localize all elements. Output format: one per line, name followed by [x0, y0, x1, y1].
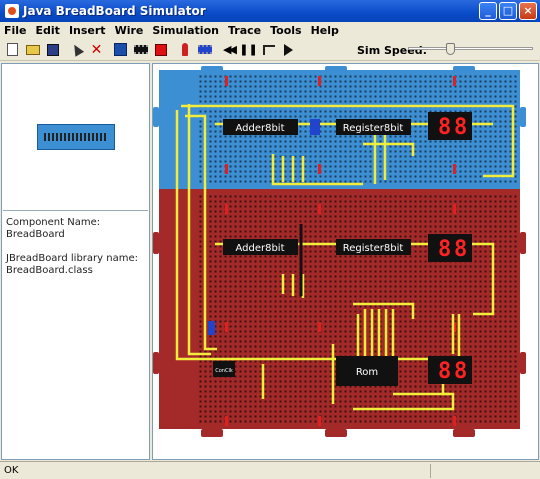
insert-led-button[interactable] — [175, 40, 194, 59]
select-button[interactable] — [67, 40, 86, 59]
chip-mid-adder[interactable]: Adder8bit — [223, 239, 298, 255]
save-icon — [46, 43, 59, 56]
board-canvas[interactable]: Adder8bit Register8bit Adder8bit Registe… — [152, 63, 539, 460]
breadboard-thumbnail — [37, 124, 115, 150]
menu-help[interactable]: Help — [311, 24, 339, 37]
component-name-value: BreadBoard — [6, 229, 65, 240]
red-hole-grid — [199, 194, 519, 424]
chip-top-register-label: Register8bit — [343, 123, 404, 134]
new-icon — [7, 43, 18, 56]
red-component-icon — [154, 43, 167, 56]
insert-red-button[interactable] — [151, 40, 170, 59]
seg-display-top[interactable]: 8 8 — [428, 112, 472, 140]
step-button[interactable] — [259, 40, 278, 59]
close-button[interactable]: × — [519, 2, 537, 20]
insert-chip-button[interactable] — [131, 40, 150, 59]
new-button[interactable] — [3, 40, 22, 59]
dip-switch[interactable] — [310, 119, 320, 135]
pause-icon: ❚❚ — [239, 43, 258, 56]
delete-button[interactable]: ✕ — [87, 40, 106, 59]
save-button[interactable] — [43, 40, 62, 59]
circuit-drawing[interactable]: Adder8bit Register8bit Adder8bit Registe… — [153, 64, 539, 460]
menu-bar: File Edit Insert Wire Simulation Trace T… — [0, 22, 540, 39]
maximize-button[interactable]: □ — [499, 2, 517, 20]
insert-breadboard-button[interactable] — [111, 40, 130, 59]
menu-tools[interactable]: Tools — [270, 24, 301, 37]
menu-simulation[interactable]: Simulation — [152, 24, 219, 37]
play-icon — [284, 43, 293, 56]
breadboard-icon — [114, 43, 127, 56]
rewind-icon: ◀◀ — [223, 43, 237, 56]
chip-clock-label: ConClk — [215, 368, 233, 374]
pause-button[interactable]: ❚❚ — [239, 40, 258, 59]
rewind-button[interactable]: ◀◀ — [219, 40, 238, 59]
status-bar: OK — [0, 461, 540, 479]
component-panel: Component Name: BreadBoard JBreadBoard l… — [1, 63, 150, 460]
svg-text:8: 8 — [438, 237, 451, 262]
chip-clock[interactable]: ConClk — [213, 361, 235, 377]
seg-display-bottom[interactable]: 8 8 — [428, 356, 472, 384]
chip-rom[interactable]: Rom — [336, 356, 398, 386]
play-button[interactable] — [279, 40, 298, 59]
seg-display-mid[interactable]: 8 8 — [428, 234, 472, 262]
open-icon — [25, 44, 40, 55]
ic-icon — [197, 45, 212, 54]
library-name-value: BreadBoard.class — [6, 265, 93, 276]
svg-text:8: 8 — [438, 359, 451, 384]
svg-text:8: 8 — [454, 359, 467, 384]
menu-edit[interactable]: Edit — [36, 24, 60, 37]
menu-trace[interactable]: Trace — [228, 24, 261, 37]
status-cell — [430, 463, 530, 478]
slider-thumb[interactable] — [446, 43, 455, 55]
menu-wire[interactable]: Wire — [115, 24, 144, 37]
svg-text:8: 8 — [454, 115, 467, 140]
svg-text:8: 8 — [454, 237, 467, 262]
menu-insert[interactable]: Insert — [69, 24, 106, 37]
title-bar[interactable]: Java BreadBoard Simulator _ □ × — [0, 0, 540, 22]
chip-top-adder[interactable]: Adder8bit — [223, 119, 298, 135]
library-name-label: JBreadBoard library name: — [6, 253, 138, 264]
led-icon — [181, 43, 188, 56]
app-icon — [5, 4, 19, 18]
component-info: Component Name: BreadBoard JBreadBoard l… — [6, 217, 138, 277]
minimize-button[interactable]: _ — [479, 2, 497, 20]
status-text: OK — [4, 465, 19, 476]
step-icon — [262, 44, 275, 55]
component-preview — [3, 65, 148, 211]
chip-rom-label: Rom — [356, 367, 378, 378]
open-button[interactable] — [23, 40, 42, 59]
chip-top-adder-label: Adder8bit — [235, 123, 284, 134]
svg-text:8: 8 — [438, 115, 451, 140]
menu-file[interactable]: File — [4, 24, 27, 37]
delete-icon: ✕ — [90, 41, 103, 58]
chip-icon — [133, 45, 148, 54]
switch-component[interactable] — [208, 321, 215, 335]
chip-mid-adder-label: Adder8bit — [235, 243, 284, 254]
chip-top-register[interactable]: Register8bit — [336, 119, 411, 135]
chip-mid-register[interactable]: Register8bit — [336, 239, 411, 255]
window-title: Java BreadBoard Simulator — [23, 4, 206, 18]
chip-mid-register-label: Register8bit — [343, 243, 404, 254]
component-name-label: Component Name: — [6, 217, 101, 228]
sim-speed-slider[interactable] — [408, 43, 533, 55]
slider-track — [408, 47, 533, 50]
insert-ic-button[interactable] — [195, 40, 214, 59]
select-arrow-icon — [69, 42, 84, 57]
